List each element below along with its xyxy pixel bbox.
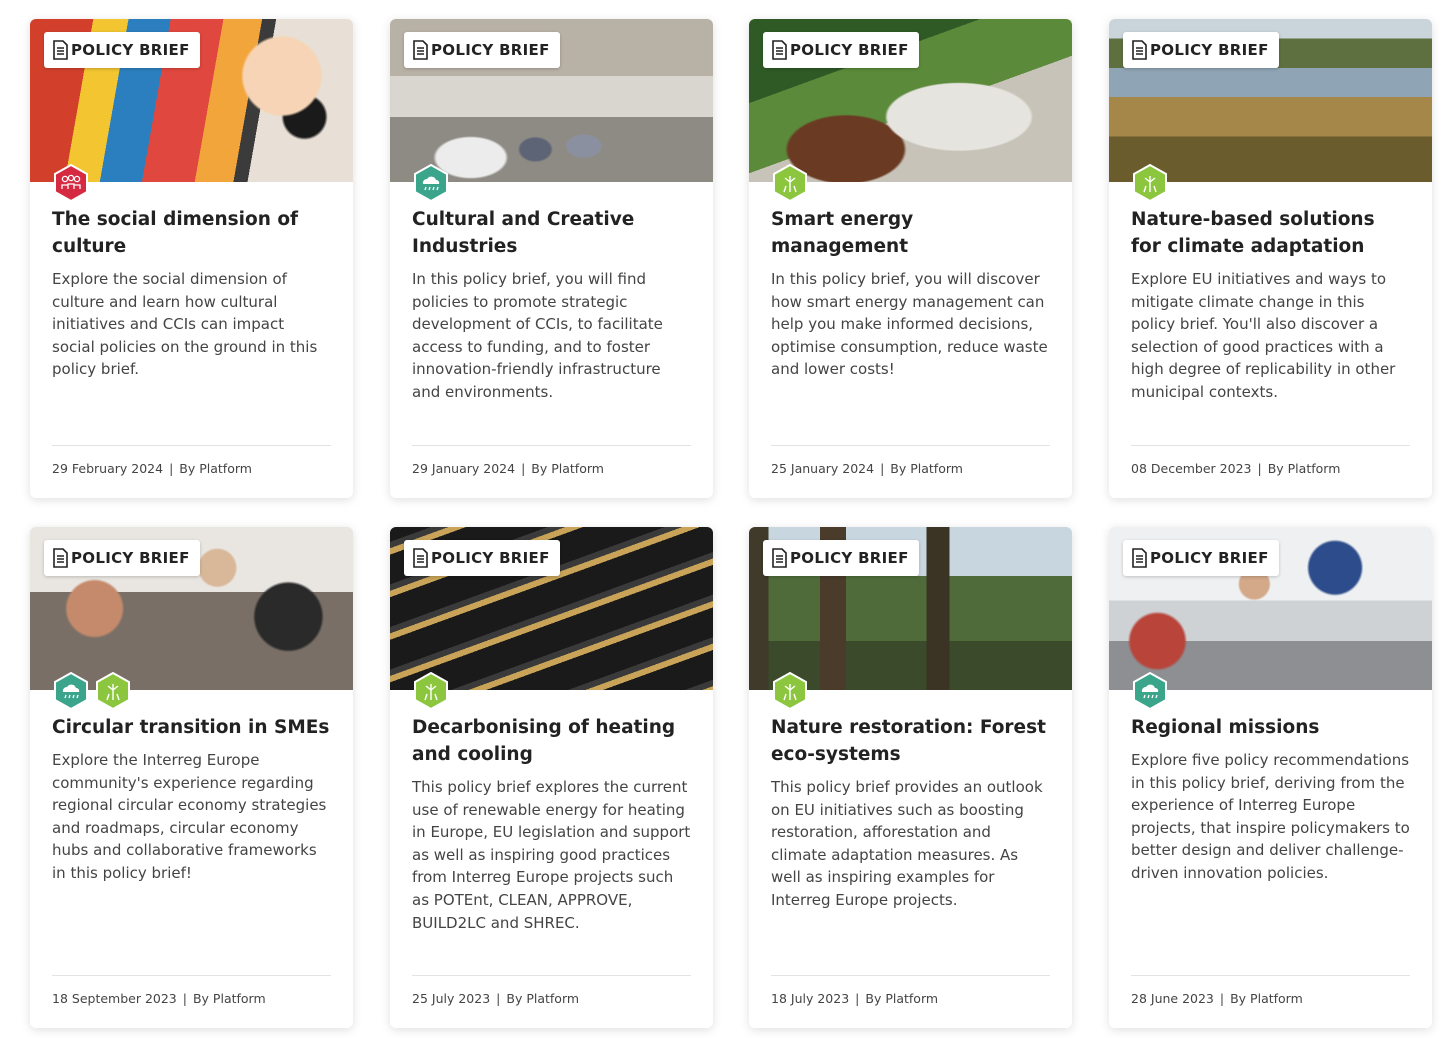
card-meta: 25 July 2023 | By Platform xyxy=(412,975,691,1006)
topic-icons xyxy=(1131,672,1169,710)
card-title[interactable]: Decarbonising of heating and cooling xyxy=(412,714,691,768)
card-description: This policy brief provides an outlook on… xyxy=(771,778,1043,909)
wind-turbine-icon[interactable] xyxy=(1131,164,1169,202)
card-author: By Platform xyxy=(865,991,939,1006)
topic-icons xyxy=(52,164,90,202)
card-image[interactable]: POLICY BRIEF xyxy=(390,19,713,182)
policy-brief-card[interactable]: POLICY BRIEF Circular transition in SMEs… xyxy=(30,527,353,1028)
topic-icons xyxy=(771,164,809,202)
policy-brief-badge: POLICY BRIEF xyxy=(763,540,919,576)
card-date: 25 January 2024 xyxy=(771,461,875,476)
topic-icons xyxy=(1131,164,1169,202)
document-icon xyxy=(413,40,428,60)
card-author: By Platform xyxy=(506,991,580,1006)
card-image[interactable]: POLICY BRIEF xyxy=(390,527,713,690)
topic-icons xyxy=(412,164,450,202)
card-description: This policy brief explores the current u… xyxy=(412,778,691,932)
policy-brief-grid: POLICY BRIEF The social dimension of cul… xyxy=(0,0,1447,1038)
card-date: 08 December 2023 xyxy=(1131,461,1252,476)
card-description: Explore the Interreg Europe community's … xyxy=(52,751,327,882)
card-date: 29 January 2024 xyxy=(412,461,516,476)
card-description: Explore the social dimension of culture … xyxy=(52,270,318,379)
card-meta: 18 July 2023 | By Platform xyxy=(771,975,1050,1006)
cloud-icon[interactable] xyxy=(412,164,450,202)
policy-brief-card[interactable]: POLICY BRIEF Smart energy management In … xyxy=(749,19,1072,498)
card-author: By Platform xyxy=(1267,461,1341,476)
cloud-icon[interactable] xyxy=(1131,672,1169,710)
policy-brief-card[interactable]: POLICY BRIEF Cultural and Creative Indus… xyxy=(390,19,713,498)
policy-brief-badge: POLICY BRIEF xyxy=(404,32,560,68)
policy-brief-badge: POLICY BRIEF xyxy=(44,32,200,68)
people-icon[interactable] xyxy=(52,164,90,202)
policy-brief-badge: POLICY BRIEF xyxy=(44,540,200,576)
document-icon xyxy=(1132,548,1147,568)
card-image[interactable]: POLICY BRIEF xyxy=(30,19,353,182)
card-author: By Platform xyxy=(192,991,266,1006)
card-author: By Platform xyxy=(890,461,963,476)
policy-brief-badge: POLICY BRIEF xyxy=(763,32,919,68)
wind-turbine-icon[interactable] xyxy=(771,672,809,710)
policy-brief-card[interactable]: POLICY BRIEF Nature restoration: Forest … xyxy=(749,527,1072,1028)
document-icon xyxy=(1132,40,1147,60)
card-title[interactable]: Regional missions xyxy=(1131,714,1410,741)
card-description: Explore EU initiatives and ways to mitig… xyxy=(1131,270,1396,401)
topic-icons xyxy=(412,672,450,710)
card-title[interactable]: The social dimension of culture xyxy=(52,206,331,260)
card-image[interactable]: POLICY BRIEF xyxy=(30,527,353,690)
policy-brief-badge: POLICY BRIEF xyxy=(404,540,560,576)
card-description: In this policy brief, you will find poli… xyxy=(412,270,663,401)
cloud-icon[interactable] xyxy=(52,672,90,710)
policy-brief-card[interactable]: POLICY BRIEF Nature-based solutions for … xyxy=(1109,19,1432,498)
card-date: 18 July 2023 xyxy=(771,991,850,1006)
document-icon xyxy=(772,40,787,60)
card-date: 18 September 2023 xyxy=(52,991,177,1006)
card-author: By Platform xyxy=(531,461,604,476)
card-date: 25 July 2023 xyxy=(412,991,491,1006)
card-meta: 18 September 2023 | By Platform xyxy=(52,975,331,1006)
card-title[interactable]: Cultural and Creative Industries xyxy=(412,206,691,260)
document-icon xyxy=(53,40,68,60)
policy-brief-badge: POLICY BRIEF xyxy=(1123,540,1279,576)
document-icon xyxy=(413,548,428,568)
card-meta: 28 June 2023 | By Platform xyxy=(1131,975,1410,1006)
card-title[interactable]: Nature restoration: Forest eco-systems xyxy=(771,714,1050,768)
card-meta: 25 January 2024 | By Platform xyxy=(771,445,1050,476)
card-meta: 29 January 2024 | By Platform xyxy=(412,445,691,476)
wind-turbine-icon[interactable] xyxy=(412,672,450,710)
card-image[interactable]: POLICY BRIEF xyxy=(1109,527,1432,690)
card-title[interactable]: Smart energy management xyxy=(771,206,1050,260)
card-date: 28 June 2023 xyxy=(1131,991,1214,1006)
policy-brief-card[interactable]: POLICY BRIEF The social dimension of cul… xyxy=(30,19,353,498)
card-image[interactable]: POLICY BRIEF xyxy=(749,19,1072,182)
card-title[interactable]: Circular transition in SMEs xyxy=(52,714,331,741)
card-image[interactable]: POLICY BRIEF xyxy=(749,527,1072,690)
wind-turbine-icon[interactable] xyxy=(771,164,809,202)
topic-icons xyxy=(52,672,132,710)
policy-brief-badge: POLICY BRIEF xyxy=(1123,32,1279,68)
card-title[interactable]: Nature-based solutions for climate adapt… xyxy=(1131,206,1410,260)
card-image[interactable]: POLICY BRIEF xyxy=(1109,19,1432,182)
card-description: Explore five policy recommendations in t… xyxy=(1131,751,1410,882)
card-description: In this policy brief, you will discover … xyxy=(771,270,1048,379)
card-author: By Platform xyxy=(179,461,252,476)
card-meta: 08 December 2023 | By Platform xyxy=(1131,445,1410,476)
policy-brief-card[interactable]: POLICY BRIEF Decarbonising of heating an… xyxy=(390,527,713,1028)
card-meta: 29 February 2024 | By Platform xyxy=(52,445,331,476)
topic-icons xyxy=(771,672,809,710)
document-icon xyxy=(772,548,787,568)
policy-brief-card[interactable]: POLICY BRIEF Regional missions Explore f… xyxy=(1109,527,1432,1028)
wind-turbine-icon[interactable] xyxy=(94,672,132,710)
card-date: 29 February 2024 xyxy=(52,461,164,476)
card-author: By Platform xyxy=(1230,991,1303,1006)
document-icon xyxy=(53,548,68,568)
